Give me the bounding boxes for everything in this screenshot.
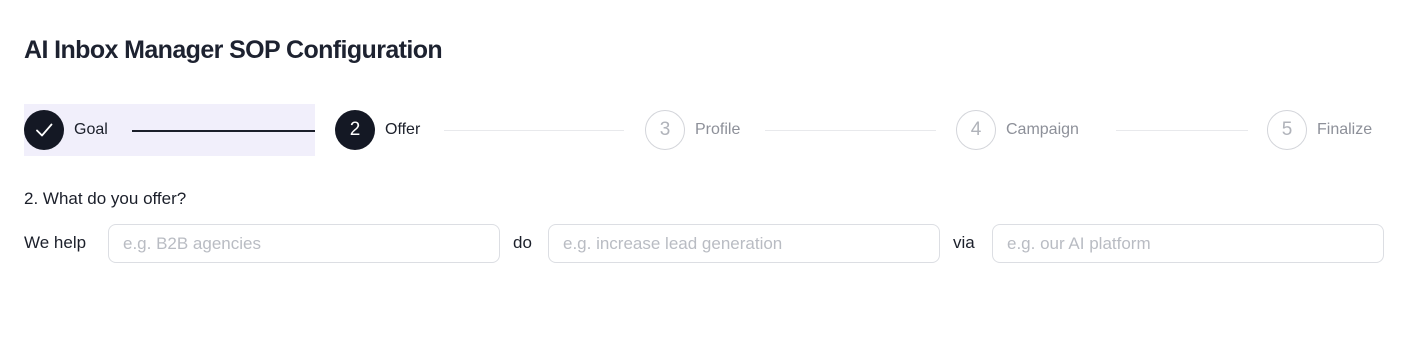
- page-title: AI Inbox Manager SOP Configuration: [24, 36, 443, 64]
- step-finalize-label: Finalize: [1317, 121, 1373, 138]
- we-help-label: We help: [24, 233, 87, 252]
- offer-question: 2. What do you offer?: [24, 189, 187, 208]
- step-finalize-number: 5: [1267, 110, 1307, 150]
- step-connector-4: [1116, 130, 1248, 131]
- step-profile-label: Profile: [695, 121, 741, 138]
- progress-stepper: Goal 2 Offer 3 Profile 4 Campaign 5 Fina…: [24, 104, 1384, 156]
- step-connector-1: [132, 130, 315, 132]
- step-campaign-label: Campaign: [1006, 121, 1079, 138]
- step-finalize[interactable]: 5 Finalize: [1267, 110, 1372, 150]
- step-goal[interactable]: Goal: [24, 110, 108, 150]
- step-connector-2: [444, 130, 624, 131]
- step-offer[interactable]: 2 Offer: [335, 110, 420, 150]
- audience-input[interactable]: [108, 224, 500, 263]
- step-profile-number: 3: [645, 110, 685, 150]
- step-campaign[interactable]: 4 Campaign: [956, 110, 1079, 150]
- check-icon: [36, 123, 53, 137]
- via-label: via: [953, 233, 975, 252]
- step-goal-label: Goal: [74, 121, 108, 138]
- step-goal-circle: [24, 110, 64, 150]
- step-connector-3: [765, 130, 936, 131]
- step-campaign-number: 4: [956, 110, 996, 150]
- step-offer-label: Offer: [385, 121, 421, 138]
- step-profile[interactable]: 3 Profile: [645, 110, 740, 150]
- step-offer-number: 2: [335, 110, 375, 150]
- method-input[interactable]: [992, 224, 1384, 263]
- do-label: do: [513, 233, 532, 252]
- outcome-input[interactable]: [548, 224, 940, 263]
